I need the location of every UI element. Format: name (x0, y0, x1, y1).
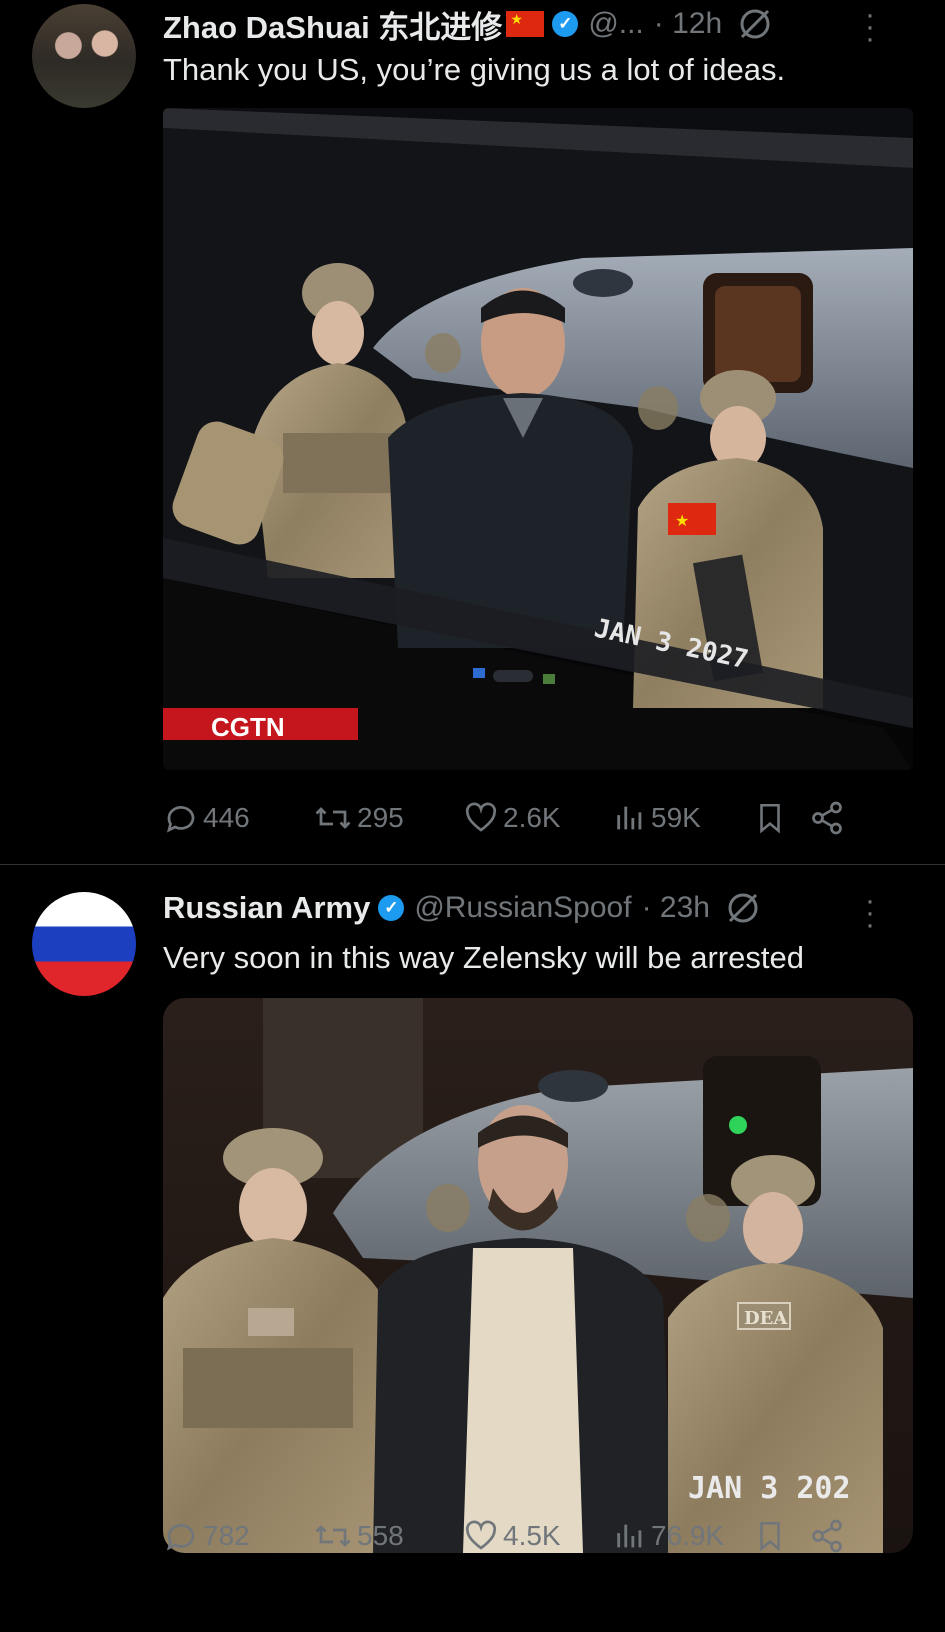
views-icon (617, 1524, 642, 1548)
cgtn-logo: CGTN (211, 712, 285, 742)
verified-icon: ✓ (552, 11, 579, 37)
display-name[interactable]: Russian Army (163, 890, 370, 926)
tweet-divider (0, 864, 945, 865)
date-stamp: JAN 3 202 (688, 1471, 851, 1506)
repost-count: 558 (357, 1520, 404, 1551)
repost-icon (315, 1525, 351, 1547)
grok-icon[interactable] (738, 7, 772, 41)
avatar[interactable] (32, 892, 136, 996)
tweet-header: Zhao DaShuai 东北进修 ✓ @... · 12h (163, 2, 772, 46)
tweet-text: Thank you US, you’re giving us a lot of … (163, 52, 786, 87)
avatar[interactable] (32, 4, 136, 108)
like-count: 2.6K (503, 802, 561, 833)
more-icon[interactable]: · · · (865, 886, 875, 940)
repost-icon (315, 807, 351, 829)
tweet-2[interactable]: Russian Army ✓ @RussianSpoof · 23h · · · V… (0, 866, 945, 1632)
more-icon[interactable]: · · · (865, 0, 875, 54)
green-light (729, 1116, 747, 1134)
timestamp[interactable]: · 12h (654, 7, 722, 41)
action-bar: 446 295 2.6K 59K (163, 800, 903, 836)
reply-icon (166, 1524, 195, 1551)
reply-count: 782 (203, 1520, 250, 1551)
repost-count: 295 (357, 802, 404, 833)
like-button[interactable]: 2.6K (463, 800, 613, 836)
tweet-image[interactable]: ★ JAN 3 2027 CGTN (163, 108, 913, 770)
tweet-text: Very soon in this way Zelensky will be a… (163, 940, 804, 975)
action-bar: 782 558 4.5K 76.9K (163, 1518, 903, 1554)
views-count: 59K (651, 802, 701, 833)
tweet-image[interactable]: DEA JAN 3 202 (163, 998, 913, 1553)
china-flag-icon (506, 11, 545, 37)
handle[interactable]: @RussianSpoof (414, 891, 631, 925)
dea-patch: DEA (744, 1308, 788, 1329)
photo-illustration: ★ JAN 3 2027 CGTN (163, 108, 913, 770)
reply-button[interactable]: 782 (163, 1518, 313, 1554)
display-name[interactable]: Zhao DaShuai 东北进修 (163, 2, 502, 47)
views-button[interactable]: 59K (613, 801, 763, 835)
repost-button[interactable]: 295 (313, 800, 463, 836)
reply-count: 446 (203, 802, 250, 833)
reply-icon (166, 806, 195, 833)
views-button[interactable]: 76.9K (613, 1519, 773, 1553)
grok-icon[interactable] (726, 891, 760, 925)
views-count: 76.9K (651, 1520, 725, 1551)
like-icon (465, 1520, 497, 1550)
verified-icon: ✓ (378, 895, 405, 921)
reply-button[interactable]: 446 (163, 800, 313, 836)
bookmark-icon[interactable] (753, 801, 787, 835)
like-icon (465, 802, 497, 832)
bookmark-icon[interactable] (753, 1519, 787, 1553)
like-button[interactable]: 4.5K (463, 1518, 613, 1554)
like-count: 4.5K (503, 1520, 561, 1551)
handle[interactable]: @... (588, 7, 643, 41)
repost-button[interactable]: 558 (313, 1518, 463, 1554)
timestamp[interactable]: · 23h (642, 891, 710, 925)
share-icon[interactable] (809, 1518, 845, 1554)
tweet-header: Russian Army ✓ @RussianSpoof · 23h (163, 886, 760, 930)
svg-text:★: ★ (675, 511, 689, 530)
tweet-1[interactable]: Zhao DaShuai 东北进修 ✓ @... · 12h ··· Thank… (0, 0, 945, 862)
photo-illustration: DEA JAN 3 202 (163, 998, 913, 1553)
views-icon (617, 806, 642, 830)
share-icon[interactable] (809, 800, 845, 836)
